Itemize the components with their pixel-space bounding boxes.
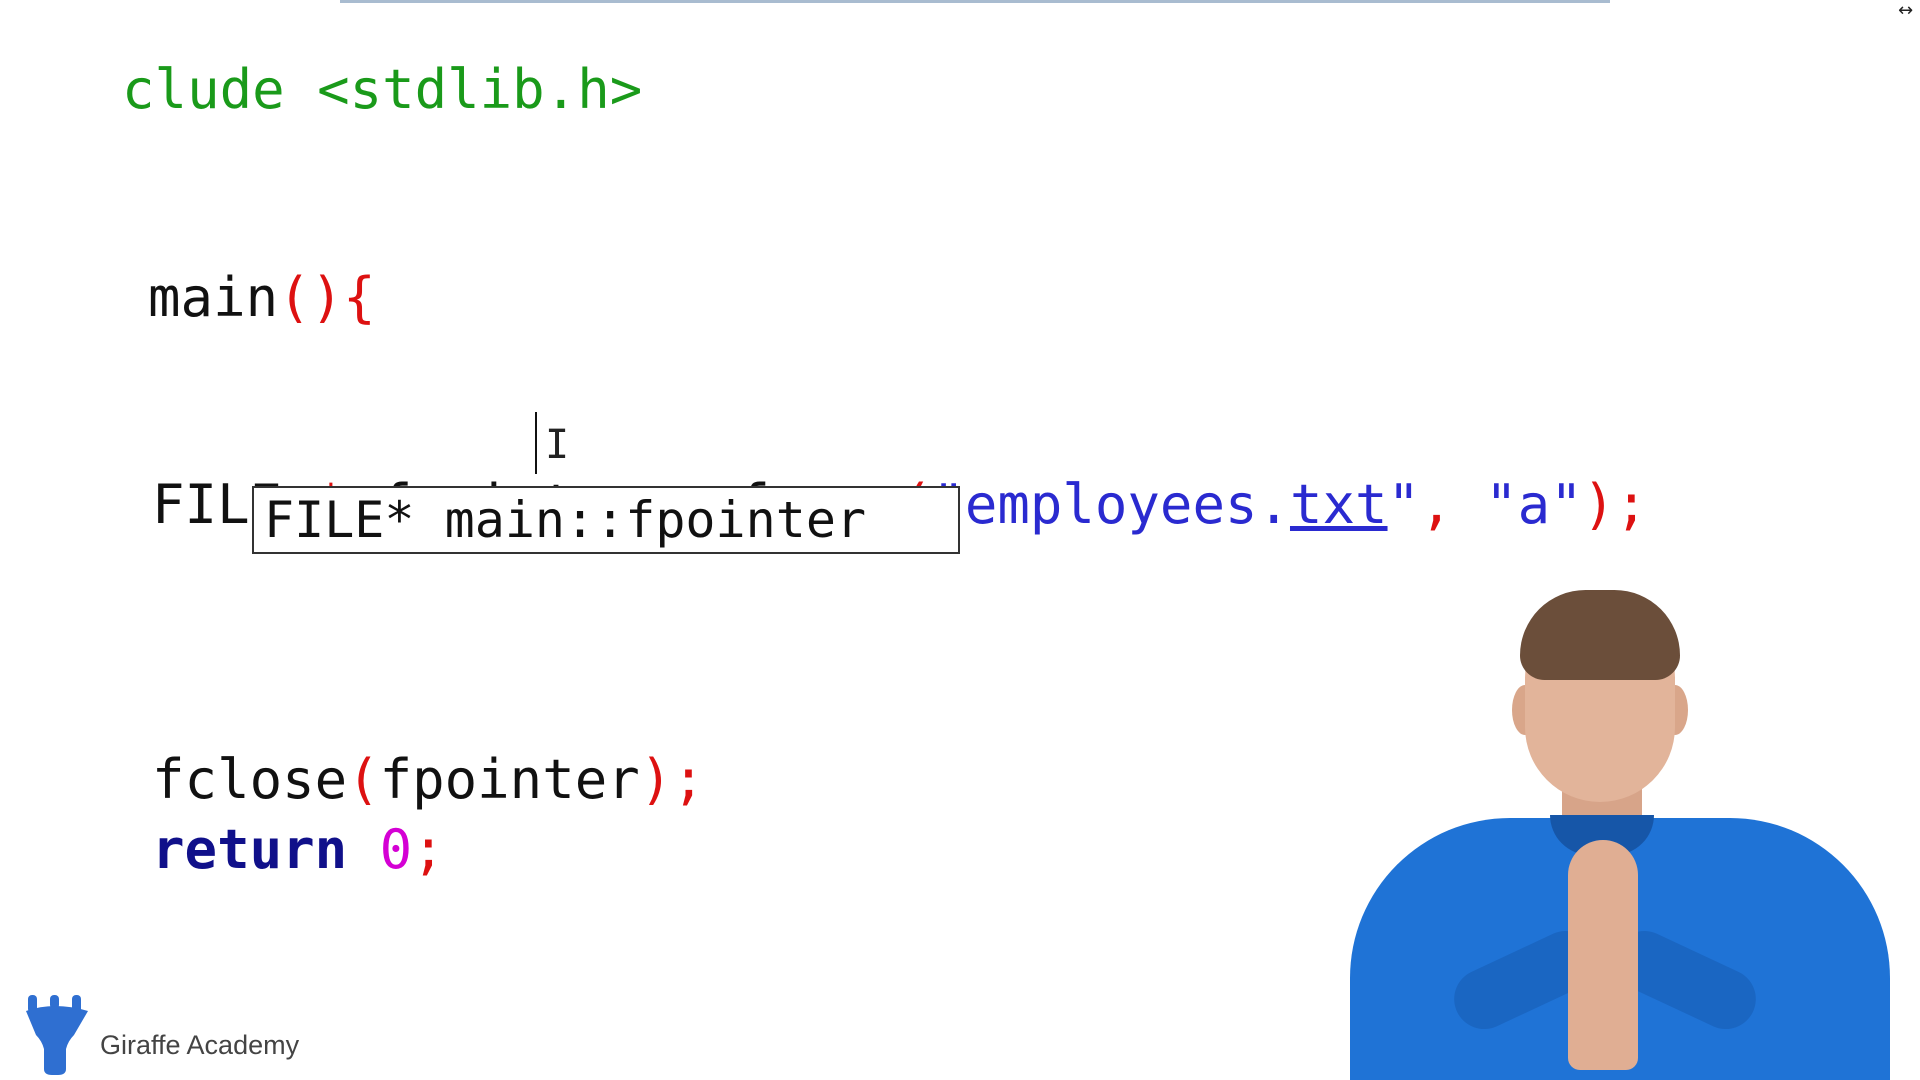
arg-comma: , [1420,473,1453,536]
return-keyword: return [152,818,348,881]
code-line-return: return 0; [22,760,445,940]
code-line-main: main(){ [18,208,376,388]
code-line-include: clude <stdlib.h> [0,0,642,180]
presenter-hair [1520,590,1680,680]
presenter-hands [1568,840,1638,1070]
filename-extension: txt [1289,473,1388,536]
text-caret [535,412,537,474]
return-semicolon: ; [412,818,445,881]
main-open-brace: { [343,266,376,329]
presenter-video-overlay [1330,590,1910,1080]
main-parens: () [278,266,344,329]
fclose-close-paren: ) [639,748,673,811]
video-frame: ↔ clude <stdlib.h> main(){ FILE * fpoint… [0,0,1920,1080]
hover-tooltip: FILE* main::fpointer [252,486,960,554]
statement-semicolon: ; [1615,473,1648,536]
ibeam-cursor-icon: I [545,422,570,468]
brand-watermark: Giraffe Academy [24,995,299,1075]
mode-string: "a" [1485,473,1583,536]
main-function-name: main [148,266,279,329]
brand-label: Giraffe Academy [100,1029,300,1060]
giraffe-logo-icon [26,995,88,1075]
filename-close-quote: " [1387,473,1421,536]
filename-string: "employees. [932,473,1290,536]
fopen-close-paren: ) [1582,473,1616,536]
include-directive: clude <stdlib.h> [122,58,643,121]
fclose-semicolon: ; [672,748,705,811]
return-value: 0 [379,818,413,881]
resize-icon[interactable]: ↔ [1898,0,1913,21]
